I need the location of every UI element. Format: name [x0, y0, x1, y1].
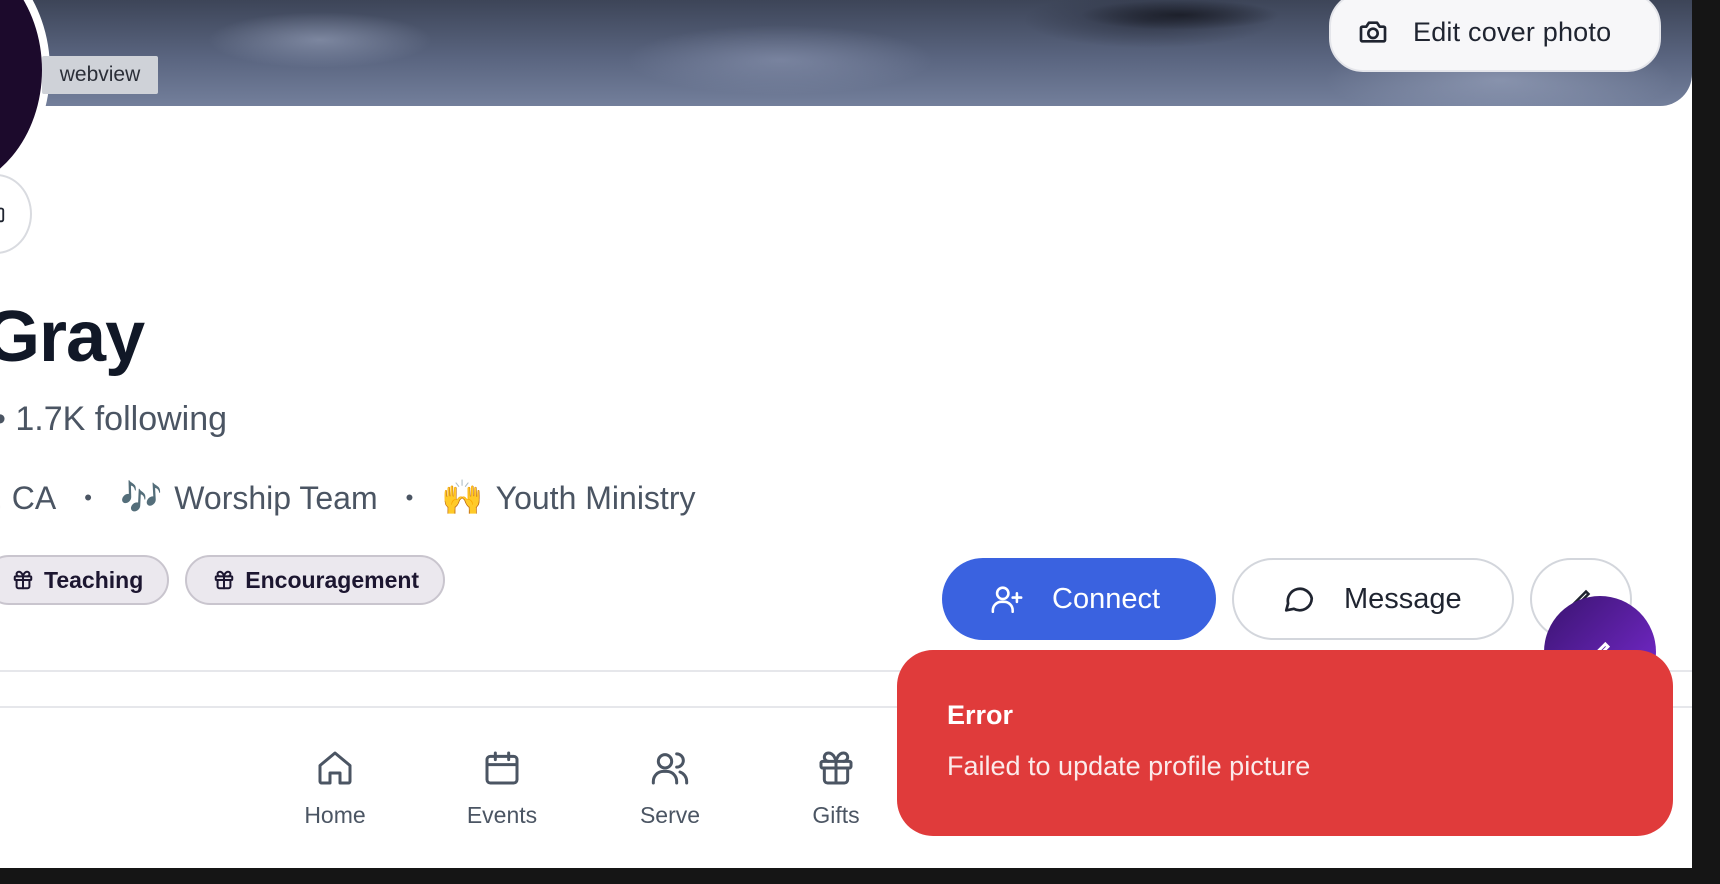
avatar[interactable] — [0, 0, 50, 200]
home-icon — [318, 751, 352, 785]
profile-location: , CA — [0, 479, 57, 516]
nav-item-home[interactable]: Home — [265, 748, 405, 829]
profile-stats[interactable]: • 1.7K following — [0, 400, 227, 439]
gift-icon — [819, 751, 853, 785]
camera-icon — [0, 207, 5, 223]
profile-meta: , CA • 🎶 Worship Team • 🙌 Youth Ministry — [0, 478, 695, 518]
gift-chips: Teaching Encouragement — [0, 555, 446, 605]
nav-item-serve[interactable]: Serve — [600, 748, 740, 829]
nav-item-gifts[interactable]: Gifts — [766, 748, 906, 829]
nav-label: Serve — [639, 802, 701, 828]
gift-icon — [215, 570, 234, 590]
webview-tag: webview — [42, 56, 158, 94]
ministry-youth-ministry: Youth Ministry — [495, 479, 696, 516]
profile-name: Gray — [0, 297, 145, 377]
gift-chip-encouragement[interactable]: Encouragement — [185, 555, 446, 605]
chat-bubble-icon — [1284, 587, 1314, 612]
edit-cover-photo-label: Edit cover photo — [1413, 16, 1612, 47]
error-toast[interactable]: Error Failed to update profile picture — [897, 650, 1673, 836]
connect-label: Connect — [1052, 582, 1161, 615]
gift-chip-teaching[interactable]: Teaching — [0, 555, 170, 605]
profile-window: Edit cover photo webview Gray • 1.7K fol… — [0, 0, 1692, 868]
connect-button[interactable]: Connect — [942, 558, 1216, 640]
profile-actions: Connect Message — [942, 558, 1632, 640]
change-avatar-button[interactable] — [0, 174, 32, 254]
calendar-icon — [485, 751, 519, 785]
ministry-worship-team: Worship Team — [174, 479, 378, 516]
gift-icon — [13, 570, 33, 590]
gift-chip-label: Encouragement — [245, 566, 420, 593]
user-plus-icon — [991, 586, 1023, 614]
users-icon — [651, 752, 689, 785]
music-notes-icon: 🎶 — [119, 479, 163, 517]
edit-cover-photo-button[interactable]: Edit cover photo — [1329, 0, 1661, 72]
nav-item-events[interactable]: Events — [432, 748, 572, 829]
nav-label: Home — [304, 802, 366, 828]
camera-icon — [1359, 21, 1387, 43]
gift-chip-label: Teaching — [44, 566, 144, 593]
nav-label: Gifts — [812, 802, 860, 828]
meta-separator: • — [84, 485, 92, 510]
cover-photo-shade — [1080, 0, 1280, 30]
toast-title: Error — [947, 700, 1014, 730]
meta-separator: • — [405, 485, 414, 510]
nav-label: Events — [466, 802, 538, 828]
raised-hands-icon: 🙌 — [441, 479, 484, 517]
message-button[interactable]: Message — [1232, 558, 1514, 640]
message-label: Message — [1344, 582, 1462, 615]
toast-message: Failed to update profile picture — [947, 751, 1311, 781]
